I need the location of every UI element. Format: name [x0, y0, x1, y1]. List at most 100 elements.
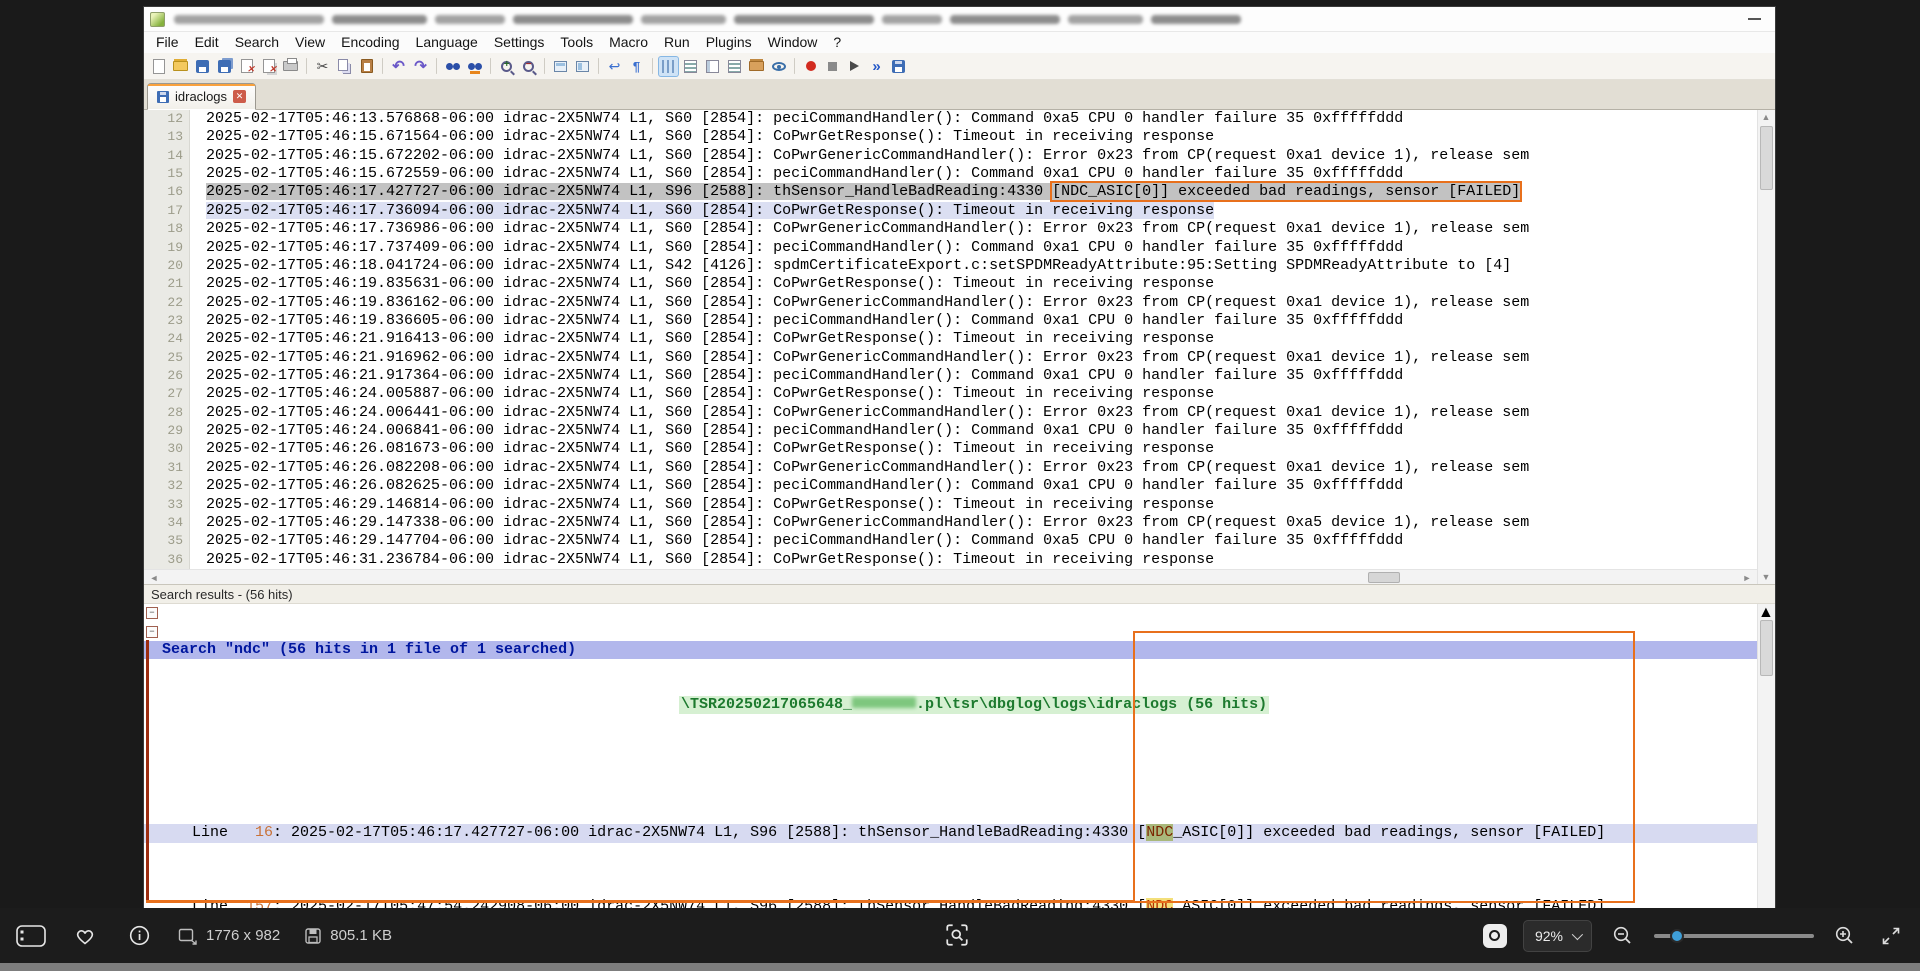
editor-horizontal-scrollbar[interactable]: ◄ ► — [144, 569, 1757, 584]
open-file-icon[interactable] — [171, 57, 190, 76]
editor-line[interactable]: 18 2025-02-17T05:46:17.736986-06:00 idra… — [144, 220, 1757, 238]
menu-macro[interactable]: Macro — [601, 32, 656, 53]
editor-line[interactable]: 36 2025-02-17T05:46:31.236784-06:00 idra… — [144, 551, 1757, 569]
search-hit-row[interactable]: Line 157: 2025-02-17T05:47:54.242908-06:… — [144, 898, 1757, 908]
print-icon[interactable] — [281, 57, 300, 76]
separator-icon[interactable] — [490, 58, 491, 74]
macro-play-icon[interactable] — [845, 57, 864, 76]
menu-view[interactable]: View — [287, 32, 333, 53]
save-all-icon[interactable] — [215, 57, 234, 76]
sync-v-scroll-icon[interactable] — [551, 57, 570, 76]
menu-search[interactable]: Search — [227, 32, 287, 53]
menu-language[interactable]: Language — [408, 32, 486, 53]
info-button[interactable] — [124, 921, 154, 951]
editor-area[interactable]: 12 2025-02-17T05:46:13.576868-06:00 idra… — [144, 110, 1757, 569]
sync-h-scroll-icon[interactable] — [573, 57, 592, 76]
editor-line[interactable]: 15 2025-02-17T05:46:15.672559-06:00 idra… — [144, 165, 1757, 183]
editor-line[interactable]: 25 2025-02-17T05:46:21.916962-06:00 idra… — [144, 349, 1757, 367]
menu-encoding[interactable]: Encoding — [333, 32, 407, 53]
menu-file[interactable]: File — [148, 32, 187, 53]
macro-record-icon[interactable] — [801, 57, 820, 76]
undo-icon[interactable]: ↶ — [389, 57, 408, 76]
menu-settings[interactable]: Settings — [486, 32, 553, 53]
scroll-right-icon[interactable]: ► — [1739, 573, 1755, 583]
separator-icon[interactable] — [382, 58, 383, 74]
indent-guide-icon[interactable] — [659, 57, 678, 76]
editor-line[interactable]: 28 2025-02-17T05:46:24.006441-06:00 idra… — [144, 404, 1757, 422]
editor-hscroll-thumb[interactable] — [1368, 572, 1400, 583]
editor-line[interactable]: 12 2025-02-17T05:46:13.576868-06:00 idra… — [144, 110, 1757, 128]
editor-line[interactable]: 26 2025-02-17T05:46:21.917364-06:00 idra… — [144, 367, 1757, 385]
menu-plugins[interactable]: Plugins — [698, 32, 760, 53]
macro-save-icon[interactable] — [889, 57, 908, 76]
favorite-button[interactable] — [70, 921, 100, 951]
separator-icon[interactable] — [544, 58, 545, 74]
word-wrap-icon[interactable]: ↩ — [605, 57, 624, 76]
menu-run[interactable]: Run — [656, 32, 698, 53]
search-hit-row[interactable]: Line 16: 2025-02-17T05:46:17.427727-06:0… — [144, 824, 1757, 842]
doc-list-icon[interactable] — [725, 57, 744, 76]
separator-icon[interactable] — [436, 58, 437, 74]
editor-line[interactable]: 16 2025-02-17T05:46:17.427727-06:00 idra… — [144, 183, 1757, 201]
fold-collapse-icon[interactable]: − — [146, 607, 158, 619]
editor-line[interactable]: 29 2025-02-17T05:46:24.006841-06:00 idra… — [144, 422, 1757, 440]
scroll-down-icon[interactable]: ▼ — [1758, 572, 1774, 582]
zoom-in-button[interactable] — [1830, 921, 1860, 951]
redo-icon[interactable]: ↷ — [411, 57, 430, 76]
separator-icon[interactable] — [306, 58, 307, 74]
monitoring-icon[interactable] — [769, 57, 788, 76]
zoom-out-button[interactable] — [1608, 921, 1638, 951]
menu-[interactable]: ? — [825, 32, 849, 53]
scroll-up-icon[interactable]: ▲ — [1758, 112, 1774, 122]
editor-line[interactable]: 20 2025-02-17T05:46:18.041724-06:00 idra… — [144, 257, 1757, 275]
editor-line[interactable]: 14 2025-02-17T05:46:15.672202-06:00 idra… — [144, 147, 1757, 165]
menu-tools[interactable]: Tools — [552, 32, 601, 53]
scroll-left-icon[interactable]: ◄ — [146, 573, 162, 583]
separator-icon[interactable] — [652, 58, 653, 74]
minimize-button-icon[interactable] — [1748, 18, 1761, 20]
editor-line[interactable]: 35 2025-02-17T05:46:29.147704-06:00 idra… — [144, 532, 1757, 550]
menu-window[interactable]: Window — [760, 32, 826, 53]
editor-line[interactable]: 33 2025-02-17T05:46:29.146814-06:00 idra… — [144, 496, 1757, 514]
editor-vscroll-thumb[interactable] — [1760, 126, 1773, 190]
close-icon[interactable] — [237, 57, 256, 76]
panel-vertical-scrollbar[interactable]: ▲ ▼ — [1757, 604, 1775, 908]
editor-line[interactable]: 23 2025-02-17T05:46:19.836605-06:00 idra… — [144, 312, 1757, 330]
function-list-icon[interactable] — [681, 57, 700, 76]
zoom-out-icon[interactable] — [519, 57, 538, 76]
editor-line[interactable]: 17 2025-02-17T05:46:17.736094-06:00 idra… — [144, 202, 1757, 220]
macro-run-multiple-icon[interactable]: » — [867, 57, 886, 76]
zoom-level-dropdown[interactable]: 92% — [1523, 920, 1592, 952]
replace-icon[interactable] — [465, 57, 484, 76]
search-results-file-row[interactable]: \TSR20250217065648_.pl\tsr\dbglog\logs\i… — [144, 696, 1757, 714]
scroll-up-icon[interactable]: ▲ — [1758, 604, 1774, 621]
editor-line[interactable]: 30 2025-02-17T05:46:26.081673-06:00 idra… — [144, 440, 1757, 458]
editor-line[interactable]: 32 2025-02-17T05:46:26.082625-06:00 idra… — [144, 477, 1757, 495]
zoom-slider-thumb[interactable] — [1670, 929, 1684, 943]
search-results-header[interactable]: Search "ndc" (56 hits in 1 file of 1 sea… — [144, 641, 1757, 659]
visual-search-button[interactable] — [942, 920, 972, 950]
zoom-slider[interactable] — [1654, 934, 1814, 938]
editor-line[interactable]: 34 2025-02-17T05:46:29.147338-06:00 idra… — [144, 514, 1757, 532]
separator-icon[interactable] — [794, 58, 795, 74]
panel-vscroll-thumb[interactable] — [1760, 620, 1773, 676]
editor-vertical-scrollbar[interactable]: ▲ ▼ — [1757, 110, 1775, 584]
separator-icon[interactable] — [598, 58, 599, 74]
tab-idraclogs[interactable]: idraclogs — [147, 83, 256, 110]
editor-line[interactable]: 27 2025-02-17T05:46:24.005887-06:00 idra… — [144, 385, 1757, 403]
paste-icon[interactable] — [357, 57, 376, 76]
fullscreen-button[interactable] — [1876, 921, 1906, 951]
editor-line[interactable]: 24 2025-02-17T05:46:21.916413-06:00 idra… — [144, 330, 1757, 348]
find-icon[interactable] — [443, 57, 462, 76]
cut-icon[interactable]: ✂ — [313, 57, 332, 76]
tab-close-icon[interactable] — [233, 90, 246, 103]
menu-edit[interactable]: Edit — [187, 32, 227, 53]
save-icon[interactable] — [193, 57, 212, 76]
new-file-icon[interactable] — [149, 57, 168, 76]
show-all-chars-icon[interactable]: ¶ — [627, 57, 646, 76]
doc-map-icon[interactable] — [703, 57, 722, 76]
folder-workspace-icon[interactable] — [747, 57, 766, 76]
close-all-icon[interactable] — [259, 57, 278, 76]
editor-line[interactable]: 21 2025-02-17T05:46:19.835631-06:00 idra… — [144, 275, 1757, 293]
image-edit-button[interactable] — [1483, 924, 1507, 948]
